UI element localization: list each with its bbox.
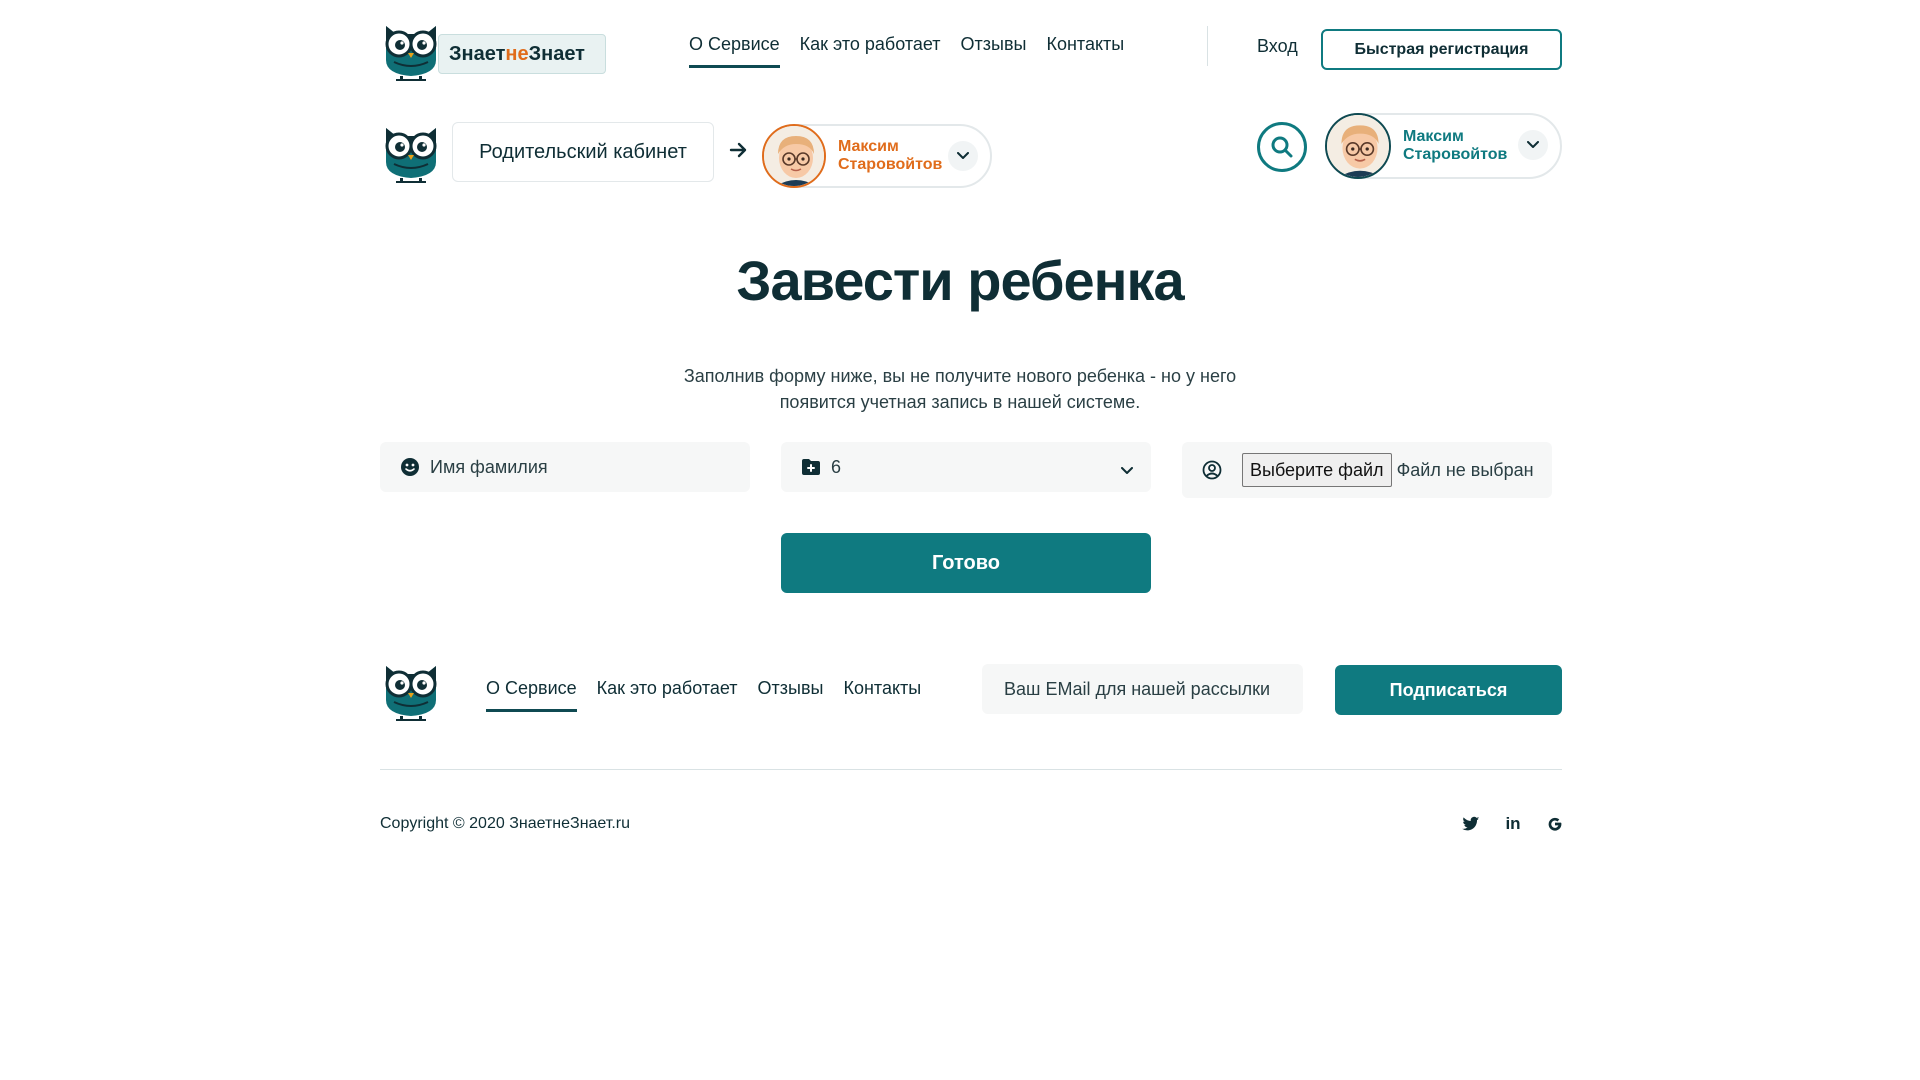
folder-plus-icon — [801, 458, 821, 476]
search-button[interactable] — [1257, 122, 1307, 172]
child-last-name: Старовойтов — [838, 156, 943, 173]
smile-icon — [400, 457, 420, 477]
file-status: Файл не выбран — [1396, 459, 1534, 480]
login-link[interactable]: Вход — [1257, 36, 1298, 57]
user-name: Максим Старовойтов — [1403, 128, 1523, 164]
child-name-placeholder: Имя фамилия — [430, 456, 548, 477]
cabinet-bar: Родительский кабинет Максим Старовойтов … — [380, 113, 1562, 190]
owl-logo-icon — [380, 20, 442, 82]
site-footer: О Сервисе Как это работает Отзывы Контак… — [380, 660, 1562, 730]
user-circle-icon — [1202, 460, 1222, 480]
owl-icon — [380, 660, 442, 722]
twitter-icon[interactable] — [1460, 813, 1482, 835]
age-value: 6 — [831, 456, 842, 477]
logo-text-main: Знает — [449, 42, 506, 65]
chevron-down-icon[interactable] — [948, 141, 978, 171]
footer-nav: О Сервисе Как это работает Отзывы Контак… — [486, 678, 921, 712]
site-header: Знает не Знает О Сервисе Как это работает … — [380, 20, 1562, 80]
page-title: Завести ребенка — [736, 249, 1184, 312]
logo-text-accent: не — [505, 42, 529, 65]
nav-item-contacts[interactable]: Контакты — [1046, 34, 1124, 68]
photo-upload-field: Выберите файл Файл не выбран — [1182, 442, 1552, 498]
arrow-right-icon — [729, 139, 749, 167]
footer-nav-item-about[interactable]: О Сервисе — [486, 678, 577, 712]
age-select[interactable]: 6 — [781, 442, 1151, 492]
main-nav: О Сервисе Как это работает Отзывы Контак… — [689, 34, 1124, 68]
google-icon[interactable] — [1544, 813, 1566, 835]
child-first-name: Максим — [838, 138, 899, 155]
child-name: Максим Старовойтов — [838, 138, 948, 174]
choose-file-button[interactable]: Выберите файл — [1242, 453, 1392, 487]
social-links: in — [1460, 813, 1566, 835]
linkedin-icon[interactable]: in — [1502, 813, 1524, 835]
user-avatar — [1325, 113, 1391, 179]
chevron-down-icon[interactable] — [1518, 130, 1548, 160]
footer-nav-item-how-it-works[interactable]: Как это работает — [597, 678, 738, 712]
footer-nav-item-reviews[interactable]: Отзывы — [758, 678, 824, 712]
user-first-name: Максим — [1403, 128, 1464, 145]
logo-text-end: Знает — [528, 42, 585, 65]
footer-divider — [380, 769, 1562, 770]
logo-badge: Знает не Знает — [438, 34, 606, 74]
nav-item-about[interactable]: О Сервисе — [689, 34, 780, 68]
chevron-down-icon — [1121, 459, 1133, 480]
owl-icon — [380, 122, 442, 184]
copyright: Copyright © 2020 ЗнаетнеЗнает.ru — [380, 815, 631, 832]
parent-cabinet-label[interactable]: Родительский кабинет — [452, 122, 714, 182]
quick-register-button[interactable]: Быстрая регистрация — [1321, 29, 1562, 70]
user-last-name: Старовойтов — [1403, 146, 1508, 163]
child-avatar — [762, 124, 826, 188]
child-name-field[interactable]: Имя фамилия — [380, 442, 750, 492]
subscribe-button[interactable]: Подписаться — [1335, 665, 1562, 715]
header-divider — [1207, 26, 1208, 66]
search-icon — [1271, 136, 1293, 158]
user-menu[interactable]: Максим Старовойтов — [1325, 113, 1562, 179]
newsletter-email-input[interactable] — [982, 664, 1303, 714]
page-subtitle: Заполнив форму ниже, вы не получите ново… — [683, 366, 1237, 412]
nav-item-reviews[interactable]: Отзывы — [961, 34, 1027, 68]
child-selector[interactable]: Максим Старовойтов — [762, 124, 992, 188]
nav-item-how-it-works[interactable]: Как это работает — [800, 34, 941, 68]
footer-nav-item-contacts[interactable]: Контакты — [843, 678, 921, 712]
submit-button[interactable]: Готово — [781, 533, 1151, 593]
